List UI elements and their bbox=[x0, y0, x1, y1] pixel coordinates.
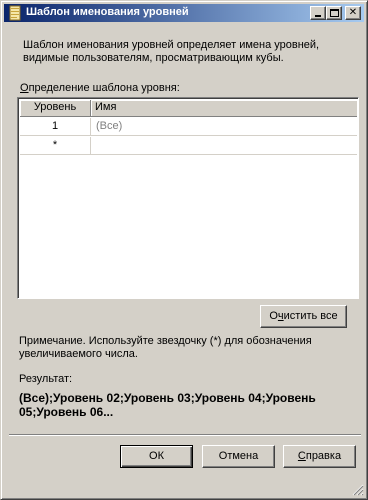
minimize-icon bbox=[315, 15, 321, 17]
dialog-app-icon bbox=[9, 5, 21, 21]
help-label-rest: правка bbox=[305, 450, 342, 462]
help-label-accel: С bbox=[297, 450, 306, 462]
cell-level[interactable]: 1 bbox=[20, 118, 91, 136]
table-row-new[interactable]: * bbox=[20, 137, 357, 155]
definition-label: Определение шаблона уровня: bbox=[20, 82, 180, 94]
clear-all-label-rest: истить все bbox=[283, 310, 338, 322]
result-value: (Все);Уровень 02;Уровень 03;Уровень 04;У… bbox=[19, 391, 316, 419]
clear-all-button[interactable]: Очистить все bbox=[260, 305, 347, 328]
minimize-button[interactable] bbox=[310, 6, 326, 20]
title-bar[interactable]: Шаблон именования уровней ✕ bbox=[4, 4, 364, 22]
level-template-grid[interactable]: Уровень Имя 1 (Все) * bbox=[17, 97, 359, 299]
clear-all-label-first: О bbox=[269, 310, 278, 322]
cancel-button[interactable]: Отмена bbox=[202, 445, 275, 468]
note-text: Примечание. Используйте звездочку (*) дл… bbox=[19, 335, 312, 360]
grid-header: Уровень Имя bbox=[20, 100, 357, 117]
cell-name[interactable]: (Все) bbox=[96, 118, 122, 136]
resize-grip-icon[interactable] bbox=[352, 484, 364, 496]
description-text: Шаблон именования уровней определяет име… bbox=[23, 39, 320, 64]
table-row[interactable]: 1 (Все) bbox=[20, 118, 357, 136]
column-header-name[interactable]: Имя bbox=[91, 100, 357, 116]
result-label: Результат: bbox=[19, 373, 73, 385]
close-button[interactable]: ✕ bbox=[345, 6, 361, 20]
separator bbox=[9, 434, 361, 436]
cell-level-new[interactable]: * bbox=[20, 137, 91, 155]
close-icon: ✕ bbox=[348, 7, 358, 18]
maximize-icon bbox=[330, 9, 339, 17]
definition-label-rest: пределение шаблона уровня: bbox=[28, 82, 180, 94]
help-button[interactable]: Справка bbox=[283, 445, 356, 468]
dialog-window: Шаблон именования уровней ✕ Шаблон имено… bbox=[0, 0, 368, 500]
ok-button[interactable]: ОК bbox=[120, 445, 193, 468]
definition-label-accel: О bbox=[20, 82, 29, 94]
maximize-button[interactable] bbox=[326, 6, 342, 20]
window-title: Шаблон именования уровней bbox=[26, 6, 189, 18]
column-header-level[interactable]: Уровень bbox=[20, 100, 91, 116]
